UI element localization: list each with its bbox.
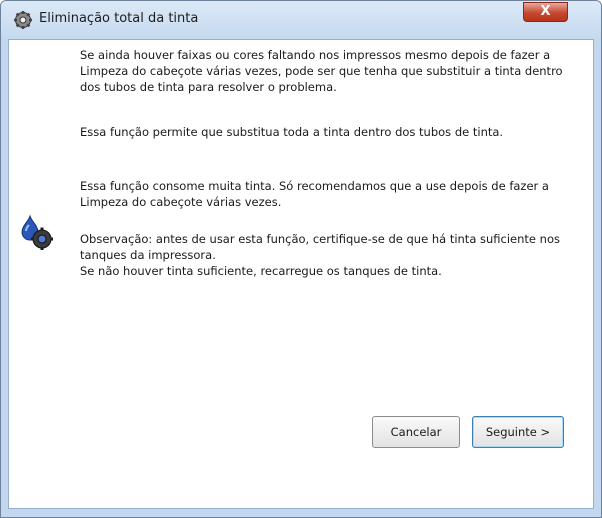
cancel-button[interactable]: Cancelar: [372, 416, 460, 448]
window-title: Eliminação total da tinta: [39, 11, 199, 26]
close-button[interactable]: X: [523, 2, 568, 22]
note-text: Observação: antes de usar esta função, c…: [80, 232, 560, 262]
printer-gear-icon: [14, 11, 32, 29]
description-paragraph-1: Se ainda houver faixas ou cores faltando…: [80, 48, 563, 94]
note-refill-text: Se não houver tinta suficiente, recarreg…: [80, 264, 442, 278]
title-bar[interactable]: Eliminação total da tinta X: [1, 1, 601, 39]
dialog-window: Eliminação total da tinta X Se ainda hou…: [0, 0, 602, 518]
warning-paragraph: Essa função consome muita tinta. Só reco…: [80, 179, 549, 209]
next-button[interactable]: Seguinte >: [472, 416, 564, 448]
close-icon: X: [540, 4, 551, 19]
note-block: Observação: antes de usar esta função, c…: [80, 231, 570, 279]
description-paragraph-2: Essa função permite que substitua toda a…: [80, 125, 504, 139]
ink-drop-gear-icon: [21, 214, 53, 250]
